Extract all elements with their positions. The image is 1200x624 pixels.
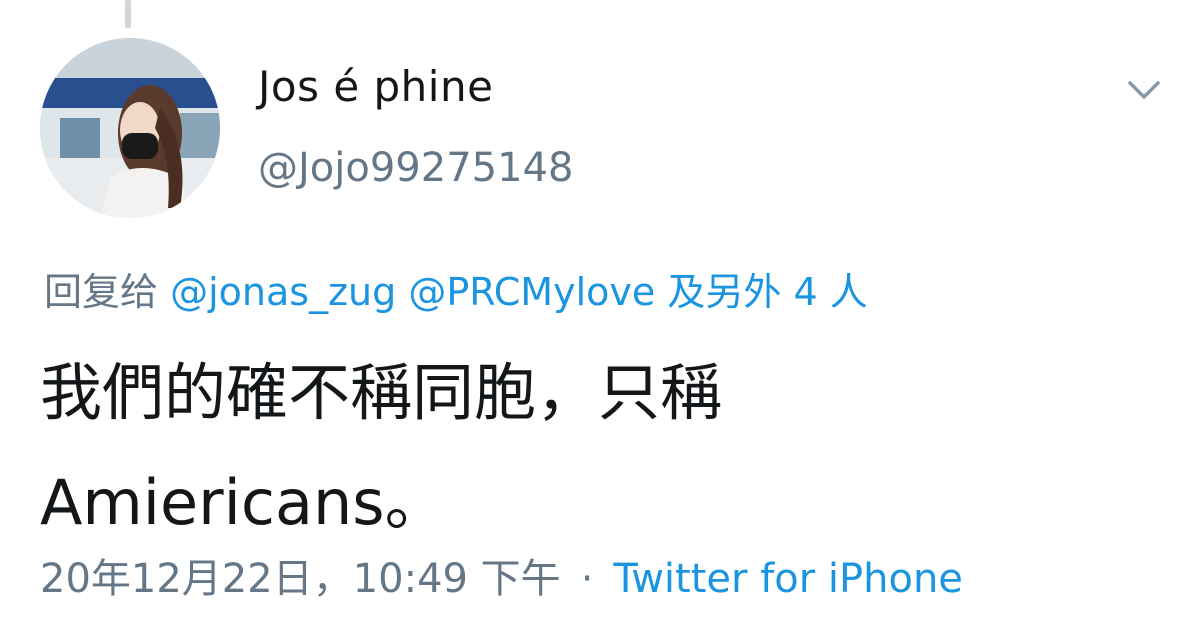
- mention-link[interactable]: @PRCMylove: [408, 270, 655, 314]
- tweet-source-link[interactable]: Twitter for iPhone: [613, 556, 963, 602]
- thread-connector-line: [125, 0, 131, 28]
- author-handle[interactable]: @Jojo99275148: [258, 145, 573, 191]
- tweet-text-line: 我們的確不稱同胞，只稱: [40, 356, 723, 429]
- chevron-down-icon[interactable]: [1124, 70, 1164, 110]
- reply-context: 回复给 @jonas_zug @PRCMylove 及另外 4 人: [44, 261, 868, 316]
- tweet-timestamp[interactable]: 20年12月22日，10:49 下午: [40, 556, 561, 602]
- tweet-meta: 20年12月22日，10:49 下午 · Twitter for iPhone: [40, 546, 963, 604]
- tweet-card: Jos é phine @Jojo99275148 回复给 @jonas_zug…: [0, 0, 1200, 624]
- avatar-photo: [40, 38, 220, 218]
- tweet-text: 我們的確不稱同胞，只稱 Amiericans。: [40, 338, 1140, 558]
- avatar[interactable]: [40, 38, 220, 218]
- mention-link[interactable]: @jonas_zug: [170, 270, 396, 314]
- tweet-text-line: Amiericans。: [40, 466, 447, 539]
- meta-separator: ·: [580, 556, 594, 602]
- reply-others-link[interactable]: 及另外 4 人: [667, 270, 867, 314]
- reply-prefix: 回复给: [44, 270, 159, 314]
- author-display-name[interactable]: Jos é phine: [258, 62, 493, 111]
